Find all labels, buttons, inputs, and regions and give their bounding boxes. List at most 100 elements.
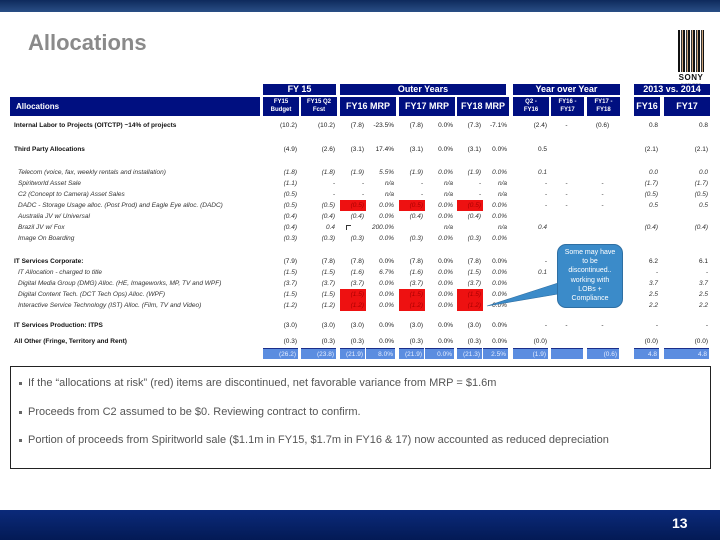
table-row: Internal Labor to Projects (OITCTP) ~14%… xyxy=(0,120,720,131)
cell-q2: (1.5) xyxy=(321,269,335,276)
cell-fy18: (1.9) xyxy=(467,169,481,176)
cell-yoy2: - xyxy=(565,122,568,129)
cell-q2: (10.2) xyxy=(318,122,335,129)
cell-fy16: (1.6) xyxy=(350,269,364,276)
cell-q2: (3.7) xyxy=(321,280,335,287)
cell-fy16p: -23.5% xyxy=(373,122,394,129)
cell-budget: (4.9) xyxy=(283,146,297,153)
callout-bubble: Some may have to be discontinued.. worki… xyxy=(557,244,623,308)
column-header-line: FY15 Q2 xyxy=(306,99,331,106)
cell-yoy1: (0.0) xyxy=(533,338,547,345)
row-label: Spiritworld Asset Sale xyxy=(18,180,81,187)
cell-vs16: 2.2 xyxy=(648,302,658,309)
note-text: If the “allocations at risk” (red) items… xyxy=(28,377,497,389)
cell-fy16: (0.5) xyxy=(340,200,366,211)
callout-line: LOBs + xyxy=(578,285,602,293)
row-label: IT Allocation - charged to title xyxy=(18,269,102,276)
cell-fy16p: n/a xyxy=(384,191,394,198)
cell-fy18: (1.2) xyxy=(457,300,483,311)
table-row: DADC - Storage Usage alloc. (Post Prod) … xyxy=(0,200,720,211)
cell-vs16: (0.4) xyxy=(644,224,658,231)
table-row: Spiritworld Asset Sale (1.1) - - n/a - n/a - n/a… xyxy=(0,178,720,189)
column-header-line: FY15 xyxy=(273,99,289,106)
cell-yoy1: 0.5 xyxy=(537,146,547,153)
cell-fy16: (3.1) xyxy=(350,146,364,153)
cell-budget: (0.4) xyxy=(283,213,297,220)
total-cell-q2: (23.8) xyxy=(301,348,336,359)
cell-fy18p: 0.0% xyxy=(492,302,507,309)
row-label: Australia JV w/ Universal xyxy=(18,213,90,220)
cell-yoy1: 0.4 xyxy=(537,224,547,231)
cell-vs16: (0.0) xyxy=(644,338,658,345)
cell-vs17: (0.0) xyxy=(694,338,708,345)
total-cell-vs16: 4.8 xyxy=(634,348,659,359)
cell-budget: (0.5) xyxy=(283,202,297,209)
column-header-line: FY16 MRP xyxy=(345,101,390,111)
cell-fy18: - xyxy=(478,180,481,187)
cell-vs17 xyxy=(664,233,710,244)
row-label: C2 (Concept to Camera) Asset Sales xyxy=(18,191,125,198)
cell-q2: - xyxy=(332,191,335,198)
group-header-fy15: FY 15 xyxy=(263,84,336,95)
cell-yoy3 xyxy=(587,336,620,347)
cell-yoy2 xyxy=(551,144,584,155)
cell-vs17: 0.8 xyxy=(698,122,708,129)
cell-fy16: (3.0) xyxy=(350,322,364,329)
cell-fy18p: 0.0% xyxy=(492,280,507,287)
cell-yoy1: - xyxy=(544,322,547,329)
cell-fy18p: 0.0% xyxy=(492,269,507,276)
cell-fy16: (0.3) xyxy=(350,235,364,242)
cell-fy17: - xyxy=(420,191,423,198)
cell-fy17p: 0.0% xyxy=(438,235,453,242)
cell-budget: (0.4) xyxy=(283,224,297,231)
cell-budget: (1.5) xyxy=(283,291,297,298)
cell-yoy2: - xyxy=(565,322,568,329)
row-label: All Other (Fringe, Territory and Rent) xyxy=(14,338,127,345)
cell-yoy2 xyxy=(551,211,584,222)
cell-fy18p: 0.0% xyxy=(492,258,507,265)
cell-fy18p: 0.0% xyxy=(492,291,507,298)
cell-vs17: (0.5) xyxy=(694,191,708,198)
cell-fy18: - xyxy=(478,191,481,198)
total-cell-vs17: 4.8 xyxy=(664,348,709,359)
cell-q2: - xyxy=(332,180,335,187)
cell-yoy3: - xyxy=(601,180,604,187)
cell-fy18p: n/a xyxy=(497,224,507,231)
cell-fy16p: 0.0% xyxy=(379,258,394,265)
cell-vs17: 6.1 xyxy=(698,258,708,265)
cell-budget: (3.0) xyxy=(283,322,297,329)
cell-fy18: (3.1) xyxy=(467,146,481,153)
note-item: Proceeds from C2 assumed to be $0. Revie… xyxy=(19,406,361,418)
cell-budget: (7.9) xyxy=(283,258,297,265)
cell-fy17: (3.7) xyxy=(409,280,423,287)
cell-vs17: 2.2 xyxy=(698,302,708,309)
cell-fy17: (3.1) xyxy=(409,146,423,153)
total-cell-fy16: (21.9) xyxy=(340,348,365,359)
row-label: Brazil JV w/ Fox xyxy=(18,224,65,231)
row-label: Digital Content Tech. (DCT Tech Ops) All… xyxy=(18,291,166,298)
cell-fy16p: 0.0% xyxy=(379,322,394,329)
cell-budget: (0.3) xyxy=(283,235,297,242)
cell-vs16: 6.2 xyxy=(648,258,658,265)
cell-budget: (0.5) xyxy=(283,191,297,198)
cell-fy17p: 0.0% xyxy=(438,122,453,129)
cell-vs17: 0.5 xyxy=(698,202,708,209)
cell-budget: (10.2) xyxy=(280,122,297,129)
cell-fy18: (1.5) xyxy=(467,269,481,276)
cell-fy17: (1.9) xyxy=(409,169,423,176)
cell-yoy3 xyxy=(587,233,620,244)
cell-vs17: 2.5 xyxy=(698,291,708,298)
column-header: FY15 Budget xyxy=(263,97,299,116)
column-header: FY17 - FY18 xyxy=(587,97,620,116)
cell-fy16: (1.5) xyxy=(340,289,366,300)
cell-fy17: (7.8) xyxy=(409,122,423,129)
cell-vs16: (0.5) xyxy=(644,191,658,198)
cell-fy17: (0.3) xyxy=(409,235,423,242)
cell-vs16: - xyxy=(655,322,658,329)
row-label: Third Party Allocations xyxy=(14,146,85,153)
cell-fy18: (0.4) xyxy=(467,213,481,220)
table-row: Third Party Allocations (4.9) (2.6) (3.1) 17… xyxy=(0,144,720,155)
cell-fy17p: 0.0% xyxy=(438,291,453,298)
cell-yoy1 xyxy=(513,278,549,289)
total-cell-yoy2 xyxy=(551,348,583,359)
